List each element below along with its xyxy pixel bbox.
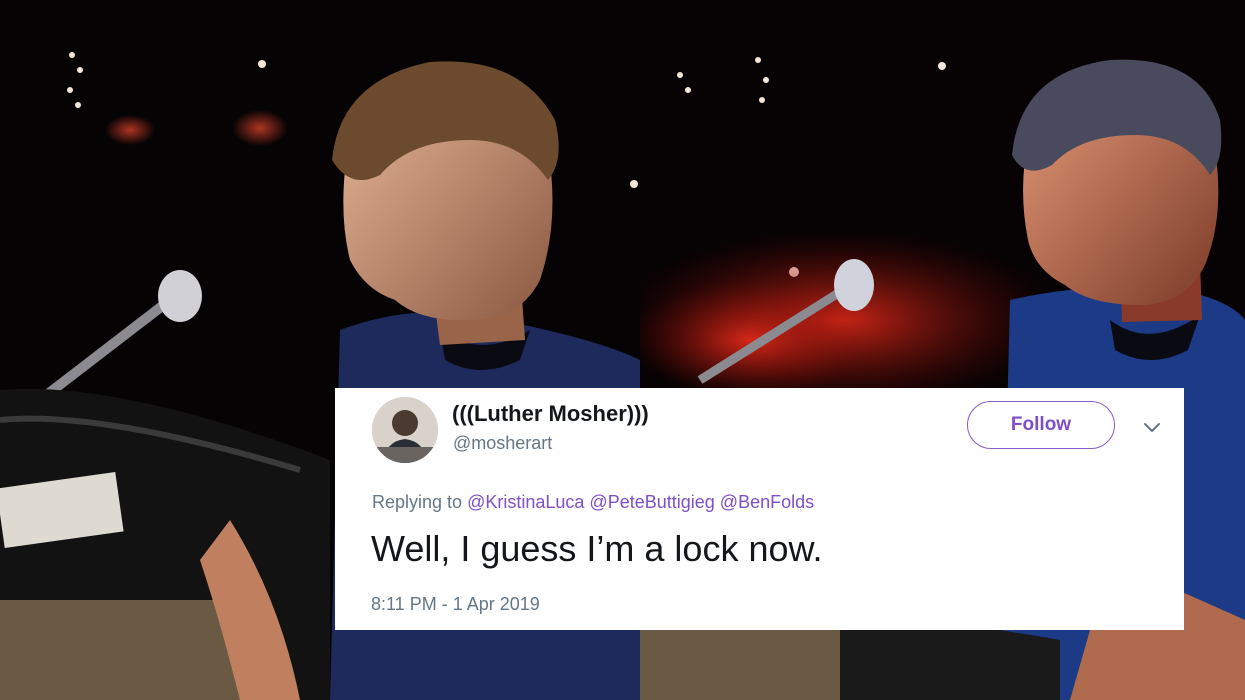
- tweet-text: Well, I guess I’m a lock now.: [371, 528, 823, 569]
- tweet-timestamp[interactable]: 8:11 PM - 1 Apr 2019: [371, 594, 540, 615]
- tweet-card: (((Luther Mosher))) @mosherart Follow Re…: [335, 388, 1184, 630]
- follow-button[interactable]: Follow: [967, 401, 1115, 449]
- user-avatar-icon: [372, 397, 438, 463]
- chevron-down-icon[interactable]: [1141, 416, 1163, 438]
- display-name[interactable]: (((Luther Mosher))): [452, 401, 649, 427]
- mention-link[interactable]: @PeteButtigieg: [589, 492, 714, 512]
- mention-link[interactable]: @BenFolds: [720, 492, 814, 512]
- replying-to-label: Replying to: [372, 492, 463, 512]
- avatar[interactable]: [372, 397, 438, 463]
- replying-to-line: Replying to @KristinaLuca @PeteButtigieg…: [372, 492, 814, 513]
- mention-link[interactable]: @KristinaLuca: [467, 492, 584, 512]
- user-handle[interactable]: @mosherart: [453, 433, 552, 454]
